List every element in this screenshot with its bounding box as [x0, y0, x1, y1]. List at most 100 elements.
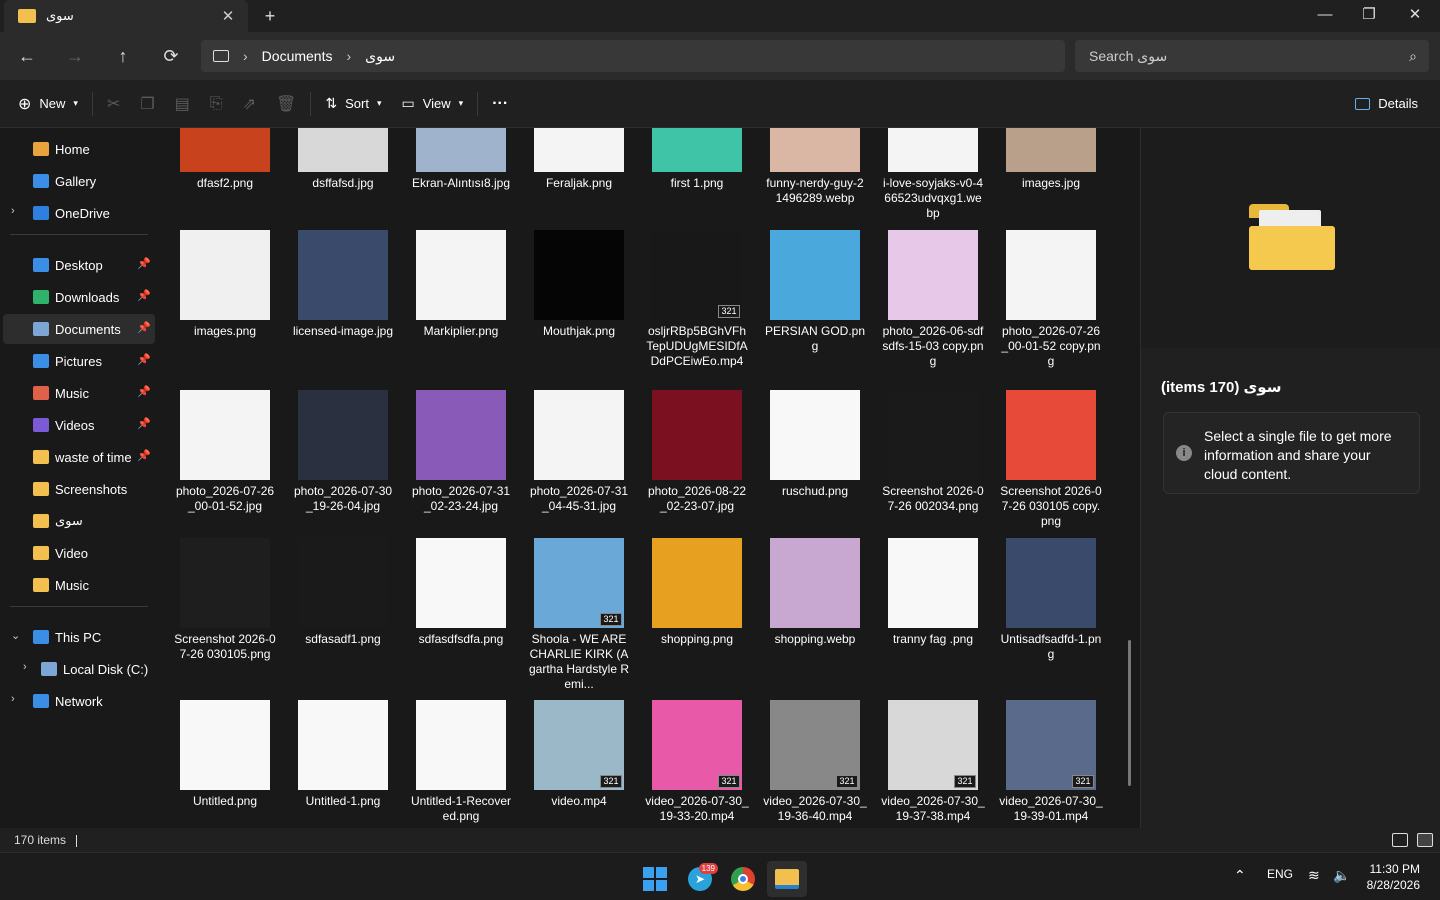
- file-item[interactable]: Markiplier.png: [407, 230, 515, 339]
- view-button[interactable]: ▭ View ▾: [391, 88, 473, 120]
- file-item[interactable]: Untisadfsadfd-1.png: [997, 538, 1105, 662]
- file-item[interactable]: Ekran-Alıntısı8.jpg: [407, 128, 515, 191]
- file-item[interactable]: photo_2026-08-22_02-23-07.jpg: [643, 390, 751, 514]
- up-button[interactable]: ↑: [99, 36, 147, 76]
- breadcrumb-documents[interactable]: Documents: [262, 48, 333, 64]
- address-bar[interactable]: › Documents › سوی: [201, 40, 1065, 72]
- share-button[interactable]: ⇗: [233, 88, 266, 120]
- sidebar-item-onedrive[interactable]: › OneDrive: [3, 198, 155, 228]
- sidebar-item-gallery[interactable]: Gallery: [3, 166, 155, 196]
- close-window-button[interactable]: ✕: [1392, 0, 1438, 32]
- sidebar-item-desktop[interactable]: Desktop 📌: [3, 250, 155, 280]
- file-item[interactable]: ruschud.png: [761, 390, 869, 499]
- sidebar-item-local-disk-c-[interactable]: › Local Disk (C:): [3, 654, 155, 684]
- file-item[interactable]: Untitled-1.png: [289, 700, 397, 809]
- file-item[interactable]: photo_2026-07-26_00-01-52.jpg: [171, 390, 279, 514]
- file-item[interactable]: photo_2026-07-26_00-01-52 copy.png: [997, 230, 1105, 369]
- close-tab-button[interactable]: ✕: [218, 7, 238, 25]
- file-item[interactable]: funny-nerdy-guy-21496289.webp: [761, 128, 869, 206]
- file-item[interactable]: shopping.webp: [761, 538, 869, 647]
- file-name: photo_2026-07-31_04-45-31.jpg: [529, 484, 629, 513]
- chevron-right-icon[interactable]: ›: [23, 661, 27, 673]
- file-item[interactable]: tranny fag .png: [879, 538, 987, 647]
- file-item[interactable]: 321 video.mp4: [525, 700, 633, 809]
- file-item[interactable]: 321 video_2026-07-30_19-33-20.mp4: [643, 700, 751, 824]
- file-item[interactable]: 321 osljrRBp5BGhVFhTepUDUgMESIDfADdPCEiwE…: [643, 230, 751, 369]
- file-item[interactable]: 321 video_2026-07-30_19-36-40.mp4: [761, 700, 869, 824]
- sidebar-item-music[interactable]: Music: [3, 570, 155, 600]
- show-hidden-icons-button[interactable]: ⌃: [1234, 867, 1246, 884]
- sidebar-item-screenshots[interactable]: Screenshots: [3, 474, 155, 504]
- rename-button[interactable]: ⎘: [200, 88, 233, 120]
- sidebar-item-waste-of-time[interactable]: waste of time 📌: [3, 442, 155, 472]
- details-button[interactable]: Details: [1355, 96, 1418, 111]
- file-item[interactable]: Screenshot 2026-07-26 030105 copy.png: [997, 390, 1105, 529]
- chevron-right-icon[interactable]: ›: [11, 205, 15, 217]
- back-button[interactable]: ←: [3, 36, 51, 76]
- file-item[interactable]: photo_2026-06-sdfsdfs-15-03 copy.png: [879, 230, 987, 369]
- search-input[interactable]: Search سوی ⌕: [1075, 40, 1429, 72]
- chrome-taskbar-button[interactable]: [723, 861, 763, 897]
- file-explorer-taskbar-button[interactable]: [767, 861, 807, 897]
- refresh-button[interactable]: ⟳: [147, 36, 195, 76]
- sidebar-item-home[interactable]: Home: [3, 134, 155, 164]
- scrollbar[interactable]: [1128, 640, 1131, 786]
- tiles-view-icon[interactable]: [1417, 833, 1433, 847]
- file-item[interactable]: Screenshot 2026-07-26 030105.png: [171, 538, 279, 662]
- sidebar-item--[interactable]: سوی: [3, 506, 155, 536]
- wifi-icon[interactable]: ≋: [1308, 867, 1320, 884]
- sidebar-item-videos[interactable]: Videos 📌: [3, 410, 155, 440]
- sidebar-item-this-pc[interactable]: ⌄ This PC: [3, 622, 155, 652]
- file-item[interactable]: PERSIAN GOD.png: [761, 230, 869, 354]
- file-item[interactable]: photo_2026-07-30_19-26-04.jpg: [289, 390, 397, 514]
- sidebar-item-pictures[interactable]: Pictures 📌: [3, 346, 155, 376]
- sidebar-item-downloads[interactable]: Downloads 📌: [3, 282, 155, 312]
- file-item[interactable]: photo_2026-07-31_02-23-24.jpg: [407, 390, 515, 514]
- file-item[interactable]: dsffafsd.jpg: [289, 128, 397, 191]
- file-item[interactable]: sdfasadf1.png: [289, 538, 397, 647]
- language-indicator[interactable]: ENG: [1267, 867, 1293, 881]
- telegram-taskbar-button[interactable]: ➤ 139: [680, 861, 720, 897]
- new-button[interactable]: ⊕ New ▾: [8, 88, 88, 120]
- file-item[interactable]: licensed-image.jpg: [289, 230, 397, 339]
- sidebar-item-video[interactable]: Video: [3, 538, 155, 568]
- delete-button[interactable]: 🗑: [266, 88, 306, 120]
- file-item[interactable]: images.jpg: [997, 128, 1105, 191]
- file-item[interactable]: Screenshot 2026-07-26 002034.png: [879, 390, 987, 514]
- file-item[interactable]: first 1.png: [643, 128, 751, 191]
- file-item[interactable]: sdfasdfsdfa.png: [407, 538, 515, 647]
- sort-button[interactable]: ⇅ Sort ▾: [315, 88, 391, 120]
- start-button[interactable]: [635, 861, 675, 897]
- file-item[interactable]: photo_2026-07-31_04-45-31.jpg: [525, 390, 633, 514]
- file-item[interactable]: 321 Shoola - WE ARE CHARLIE KIRK (Agartha…: [525, 538, 633, 692]
- volume-icon[interactable]: 🔈: [1333, 867, 1350, 884]
- sidebar-item-documents[interactable]: Documents 📌: [3, 314, 155, 344]
- chevron-down-icon[interactable]: ⌄: [11, 629, 20, 642]
- details-view-icon[interactable]: [1392, 833, 1408, 847]
- file-item[interactable]: images.png: [171, 230, 279, 339]
- minimize-button[interactable]: —: [1302, 0, 1348, 32]
- more-options-button[interactable]: ···: [482, 88, 518, 120]
- sidebar-item-music[interactable]: Music 📌: [3, 378, 155, 408]
- copy-button[interactable]: ❐: [130, 88, 164, 120]
- breadcrumb-current[interactable]: سوی: [365, 48, 395, 65]
- file-item[interactable]: shopping.png: [643, 538, 751, 647]
- clock[interactable]: 11:30 PM 8/28/2026: [1367, 861, 1420, 893]
- media-player-icon: 321: [954, 775, 976, 788]
- file-item[interactable]: Feraljak.png: [525, 128, 633, 191]
- file-item[interactable]: Mouthjak.png: [525, 230, 633, 339]
- cut-button[interactable]: ✂: [97, 88, 130, 120]
- forward-button[interactable]: →: [51, 36, 99, 76]
- chevron-right-icon[interactable]: ›: [11, 693, 15, 705]
- file-item[interactable]: dfasf2.png: [171, 128, 279, 191]
- file-item[interactable]: 321 video_2026-07-30_19-37-38.mp4: [879, 700, 987, 824]
- sidebar-item-network[interactable]: › Network: [3, 686, 155, 716]
- file-item[interactable]: Untitled.png: [171, 700, 279, 809]
- tab-current-folder[interactable]: سوی ✕: [4, 0, 248, 32]
- file-item[interactable]: Untitled-1-Recovered.png: [407, 700, 515, 824]
- file-item[interactable]: i-love-soyjaks-v0-466523udvqxg1.webp: [879, 128, 987, 221]
- maximize-button[interactable]: ❐: [1346, 0, 1392, 32]
- file-item[interactable]: 321 video_2026-07-30_19-39-01.mp4: [997, 700, 1105, 824]
- paste-button[interactable]: ▤: [165, 88, 200, 120]
- new-tab-button[interactable]: +: [258, 4, 282, 28]
